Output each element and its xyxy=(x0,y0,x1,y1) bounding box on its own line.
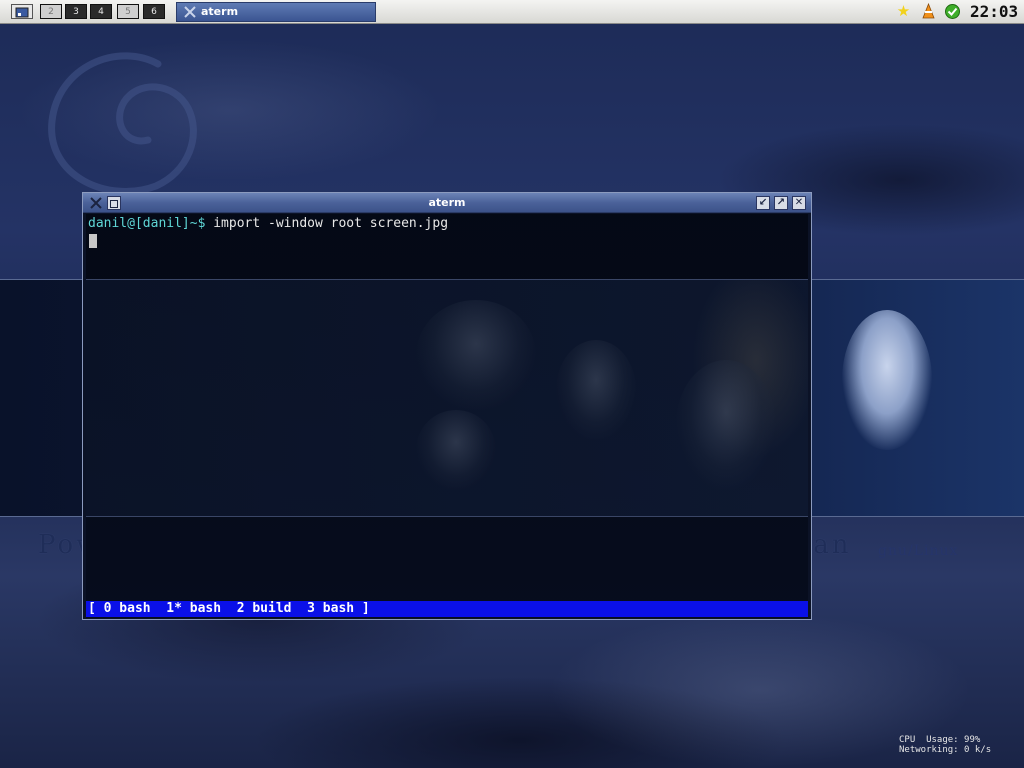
taskbar: 2 3 4 5 6 aterm ★ 22:03 xyxy=(0,0,1024,24)
window-title: aterm xyxy=(428,196,466,209)
iconify-button[interactable]: ↙ xyxy=(756,196,770,210)
penguin-image xyxy=(416,410,496,490)
penguin-image xyxy=(842,310,932,450)
text-cursor xyxy=(89,234,97,248)
maximize-button[interactable]: ↗ xyxy=(774,196,788,210)
shell-prompt: danil@[danil]~$ xyxy=(88,216,206,231)
workspace-5-button[interactable]: 5 xyxy=(117,4,139,19)
check-circle-icon[interactable] xyxy=(944,3,961,20)
workspace-6-button[interactable]: 6 xyxy=(143,4,165,19)
workspace-4-button[interactable]: 4 xyxy=(90,4,112,19)
task-aterm-button[interactable]: aterm xyxy=(176,2,376,22)
clock: 22:03 xyxy=(970,2,1019,21)
penguin-image xyxy=(556,340,636,440)
task-label: aterm xyxy=(201,5,239,18)
penguin-image xyxy=(416,300,536,410)
gnu-linux-text: gnu/Linux xyxy=(878,543,959,559)
aterm-window[interactable]: aterm ↙ ↗ ✕ danil@[danil]~$ import -wind… xyxy=(82,192,812,620)
terminal-area[interactable]: danil@[danil]~$ import -window root scre… xyxy=(86,214,808,618)
cpu-value: 99% xyxy=(964,735,981,745)
x-icon xyxy=(184,6,196,18)
desktop-icon xyxy=(15,7,29,18)
close-button[interactable]: ✕ xyxy=(792,196,806,210)
debian-swirl-logo xyxy=(48,52,197,195)
workspace-3-button[interactable]: 3 xyxy=(65,4,87,19)
star-icon[interactable]: ★ xyxy=(895,3,912,20)
penguin-image xyxy=(676,360,776,490)
command-text: import -window root screen.jpg xyxy=(205,216,449,231)
cpu-label: CPU Usage: xyxy=(899,735,959,745)
screen-status-bar: [ 0 bash 1* bash 2 build 3 bash ] xyxy=(86,601,808,617)
workspace-1-button[interactable] xyxy=(11,4,33,19)
network-label: Networking: xyxy=(899,745,959,755)
system-monitor: CPU Usage: 99% Networking: 0 k/s xyxy=(899,735,1019,755)
title-bar[interactable]: aterm ↙ ↗ ✕ xyxy=(83,193,811,213)
network-value: 0 k/s xyxy=(964,745,992,755)
command-line: danil@[danil]~$ import -window root scre… xyxy=(88,216,448,232)
vlc-cone-icon[interactable] xyxy=(920,3,937,20)
workspace-2-button[interactable]: 2 xyxy=(40,4,62,19)
terminal-background-band xyxy=(86,279,808,517)
